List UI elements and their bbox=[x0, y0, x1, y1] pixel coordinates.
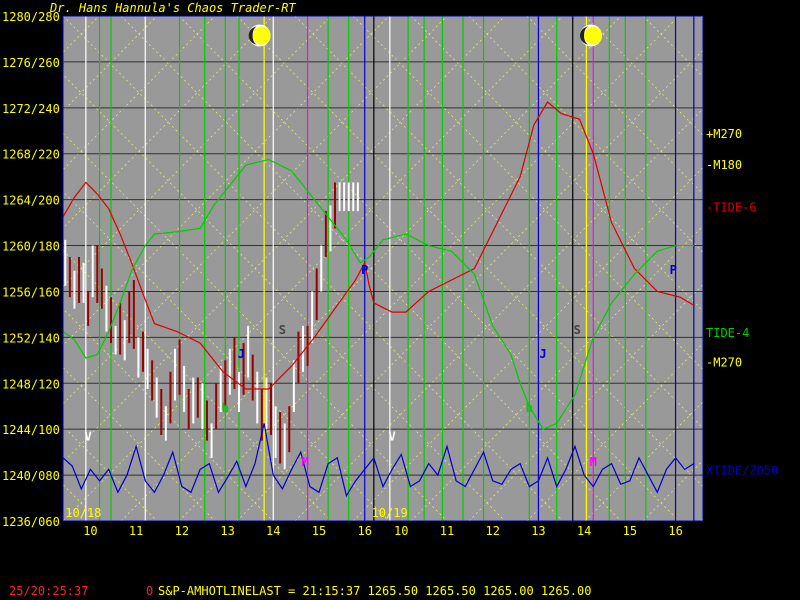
y-tick-label: 1248/120 bbox=[2, 377, 60, 391]
right-side-labels: +M270 -M180 -TIDE-6 TIDE-4 -M270 XTIDE/ZD50 bbox=[706, 127, 778, 477]
series-label: -M270 bbox=[706, 356, 742, 370]
marker-v: V bbox=[85, 430, 92, 444]
marker-h: h bbox=[222, 401, 229, 415]
marker-s: S bbox=[279, 323, 286, 337]
marker-m: M bbox=[302, 455, 309, 469]
y-tick-label: 1272/240 bbox=[2, 102, 60, 116]
x-tick-label: 11 bbox=[440, 524, 454, 538]
series-label: -M180 bbox=[706, 158, 742, 172]
y-tick-label: 1276/260 bbox=[2, 56, 60, 70]
status-flag: 0 bbox=[146, 584, 154, 598]
moon-glow bbox=[584, 26, 602, 45]
x-tick-label: 11 bbox=[129, 524, 143, 538]
diagonal-line bbox=[759, 16, 800, 521]
marker-s: S bbox=[574, 323, 581, 337]
marker-p: P bbox=[670, 263, 677, 277]
marker-j: J bbox=[238, 347, 245, 361]
series-label: XTIDE/ZD50 bbox=[706, 464, 778, 478]
marker-m: M bbox=[590, 455, 597, 469]
y-tick-label: 1252/140 bbox=[2, 331, 60, 345]
x-tick-label: 16 bbox=[357, 524, 371, 538]
x-tick-label: 13 bbox=[531, 524, 545, 538]
status-time: 25/20:25:37 bbox=[9, 584, 89, 598]
chart-title: Dr. Hans Hannula's Chaos Trader-RT bbox=[49, 1, 296, 15]
date-label: 10/19 bbox=[372, 506, 408, 520]
chart: V VP PS SJ Jh hM M 1280/2801276/2601272/240126… bbox=[0, 1, 800, 538]
x-tick-label: 16 bbox=[668, 524, 682, 538]
x-tick-label: 15 bbox=[623, 524, 637, 538]
y-tick-label: 1256/160 bbox=[2, 285, 60, 299]
diagonal-line bbox=[700, 518, 703, 521]
marker-v: V bbox=[389, 430, 396, 444]
x-tick-label: 10 bbox=[394, 524, 408, 538]
date-label: 10/18 bbox=[65, 506, 101, 520]
status-quote: S&P-AMHOTLINELAST = 21:15:37 1265.50 126… bbox=[158, 584, 592, 598]
x-tick-label: 14 bbox=[577, 524, 591, 538]
series-label: -TIDE-6 bbox=[706, 201, 757, 215]
x-tick-label: 13 bbox=[220, 524, 234, 538]
diagonal-line bbox=[0, 16, 41, 521]
y-tick-label: 1236/060 bbox=[2, 515, 60, 529]
marker-p: P bbox=[361, 263, 368, 277]
x-tick-label: 12 bbox=[175, 524, 189, 538]
x-tick-label: 15 bbox=[312, 524, 326, 538]
y-tick-label: 1244/100 bbox=[2, 423, 60, 437]
x-tick-label: 14 bbox=[266, 524, 280, 538]
marker-j: J bbox=[539, 347, 546, 361]
y-tick-label: 1260/180 bbox=[2, 240, 60, 254]
marker-h: h bbox=[526, 401, 533, 415]
y-tick-label: 1240/080 bbox=[2, 469, 60, 483]
diagonal-line bbox=[700, 16, 703, 19]
moon-glow bbox=[252, 26, 271, 45]
y-tick-label: 1264/200 bbox=[2, 194, 60, 208]
diagonal-line bbox=[0, 16, 41, 521]
series-label: +M270 bbox=[706, 127, 742, 141]
series-label: TIDE-4 bbox=[706, 326, 749, 340]
diagonal-line bbox=[759, 16, 800, 521]
plot-background bbox=[63, 16, 703, 521]
x-tick-label: 10 bbox=[83, 524, 97, 538]
x-tick-label: 12 bbox=[485, 524, 499, 538]
y-axis-labels: 1280/2801276/2601272/2401268/2201264/200… bbox=[2, 10, 60, 529]
y-tick-label: 1268/220 bbox=[2, 148, 60, 162]
